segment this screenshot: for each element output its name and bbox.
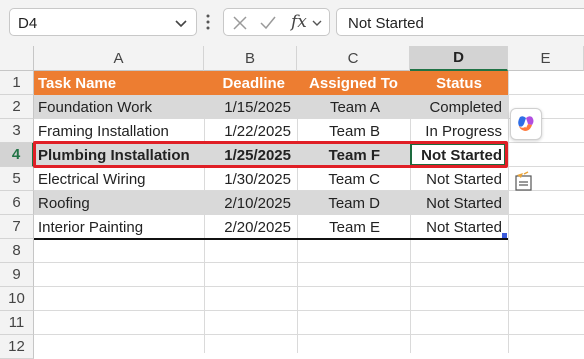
- name-box[interactable]: D4: [9, 8, 197, 36]
- table-cell[interactable]: Team E: [297, 215, 410, 239]
- table-cell[interactable]: Not Started: [410, 167, 508, 191]
- table-bottom-border: [34, 238, 508, 240]
- row-header-8[interactable]: 8: [0, 239, 34, 263]
- table-header-assigned-to[interactable]: Assigned To: [297, 71, 410, 95]
- row-header-1[interactable]: 1: [0, 71, 34, 95]
- table-cell[interactable]: Not Started: [410, 215, 508, 239]
- column-header-a[interactable]: A: [34, 46, 204, 71]
- table-cell[interactable]: Foundation Work: [34, 95, 204, 119]
- chevron-down-icon[interactable]: [311, 17, 323, 29]
- row-header-7[interactable]: 7: [0, 215, 34, 239]
- row-header-4[interactable]: 4: [0, 143, 34, 167]
- table-cell[interactable]: Not Started: [410, 191, 508, 215]
- gridline: [34, 262, 584, 263]
- insert-function-icon[interactable]: fx: [291, 12, 307, 32]
- table-cell[interactable]: Team D: [297, 191, 410, 215]
- column-header-c[interactable]: C: [297, 46, 410, 71]
- highlight-box: [33, 141, 508, 168]
- row-header-6[interactable]: 6: [0, 191, 34, 215]
- table-cell[interactable]: 2/10/2025: [204, 191, 297, 215]
- column-header-e[interactable]: E: [508, 46, 584, 71]
- row-header-11[interactable]: 11: [0, 311, 34, 335]
- table-header-status[interactable]: Status: [410, 71, 508, 95]
- formula-value: Not Started: [348, 15, 424, 32]
- gridline: [34, 334, 584, 335]
- table-cell[interactable]: Framing Installation: [34, 119, 204, 143]
- table-cell[interactable]: 1/22/2025: [204, 119, 297, 143]
- table-cell[interactable]: Team C: [297, 167, 410, 191]
- gridline: [34, 310, 584, 311]
- select-all-corner[interactable]: [0, 46, 34, 71]
- cancel-icon[interactable]: [231, 14, 249, 32]
- name-box-value: D4: [18, 15, 38, 32]
- row-header-5[interactable]: 5: [0, 167, 34, 191]
- row-header-10[interactable]: 10: [0, 287, 34, 311]
- table-cell[interactable]: In Progress: [410, 119, 508, 143]
- gridline: [34, 286, 584, 287]
- chevron-down-icon[interactable]: [174, 16, 188, 30]
- table-cell[interactable]: 1/15/2025: [204, 95, 297, 119]
- row-header-9[interactable]: 9: [0, 263, 34, 287]
- row-header-3[interactable]: 3: [0, 119, 34, 143]
- copilot-icon[interactable]: [510, 108, 542, 140]
- table-cell[interactable]: 2/20/2025: [204, 215, 297, 239]
- formula-input[interactable]: Not Started: [336, 8, 584, 36]
- quick-analysis-icon[interactable]: [513, 171, 535, 193]
- formula-bar: D4 fx Not Started: [0, 0, 584, 46]
- table-cell[interactable]: 1/30/2025: [204, 167, 297, 191]
- row-header-12[interactable]: 12: [0, 335, 34, 359]
- table-cell[interactable]: Roofing: [34, 191, 204, 215]
- table-resize-handle[interactable]: [502, 233, 507, 238]
- enter-check-icon[interactable]: [259, 14, 277, 32]
- table-header-task-name[interactable]: Task Name: [34, 71, 204, 95]
- column-header-b[interactable]: B: [204, 46, 297, 71]
- table-cell[interactable]: Team B: [297, 119, 410, 143]
- table-cell[interactable]: Interior Painting: [34, 215, 204, 239]
- more-options-icon[interactable]: [206, 14, 210, 30]
- column-header-d[interactable]: D: [410, 46, 508, 71]
- table-cell[interactable]: Team A: [297, 95, 410, 119]
- table-cell[interactable]: Electrical Wiring: [34, 167, 204, 191]
- formula-buttons: fx: [223, 8, 330, 36]
- table-cell[interactable]: Completed: [410, 95, 508, 119]
- table-header-deadline[interactable]: Deadline: [204, 71, 297, 95]
- row-header-2[interactable]: 2: [0, 95, 34, 119]
- copilot-icon: [518, 116, 534, 131]
